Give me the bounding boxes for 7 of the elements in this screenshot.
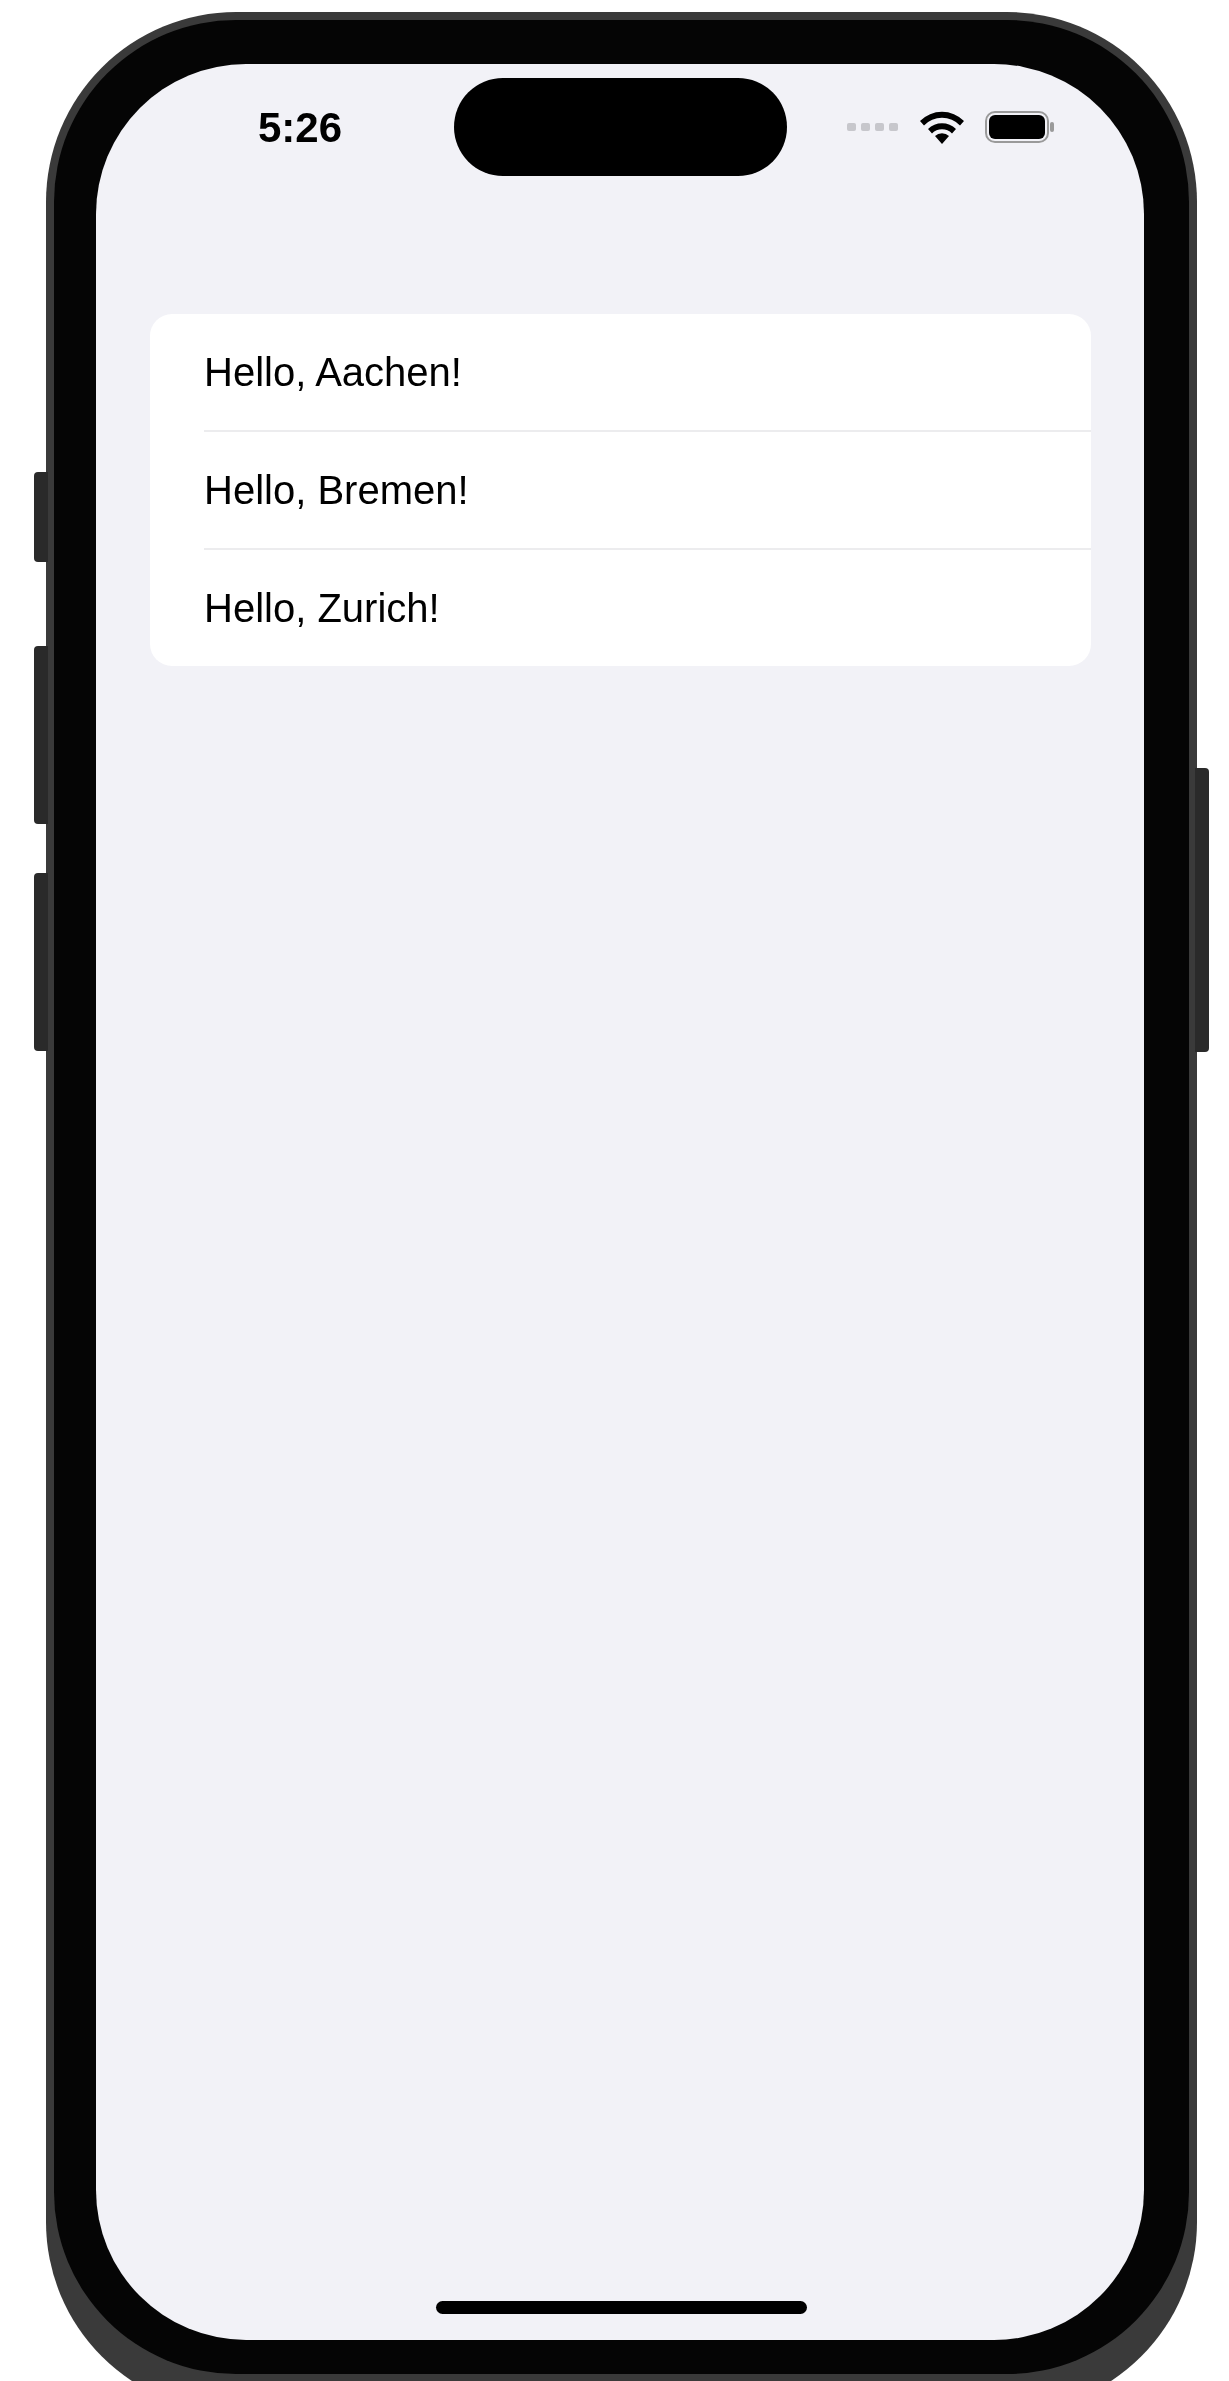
wifi-icon — [919, 110, 965, 144]
status-time: 5:26 — [256, 102, 344, 153]
list-row[interactable]: Hello, Aachen! — [204, 314, 1091, 430]
list-row[interactable]: Hello, Bremen! — [204, 432, 1091, 548]
cellular-signal-icon — [847, 123, 899, 131]
battery-icon — [985, 111, 1055, 143]
list-row[interactable]: Hello, Zurich! — [204, 550, 1091, 666]
